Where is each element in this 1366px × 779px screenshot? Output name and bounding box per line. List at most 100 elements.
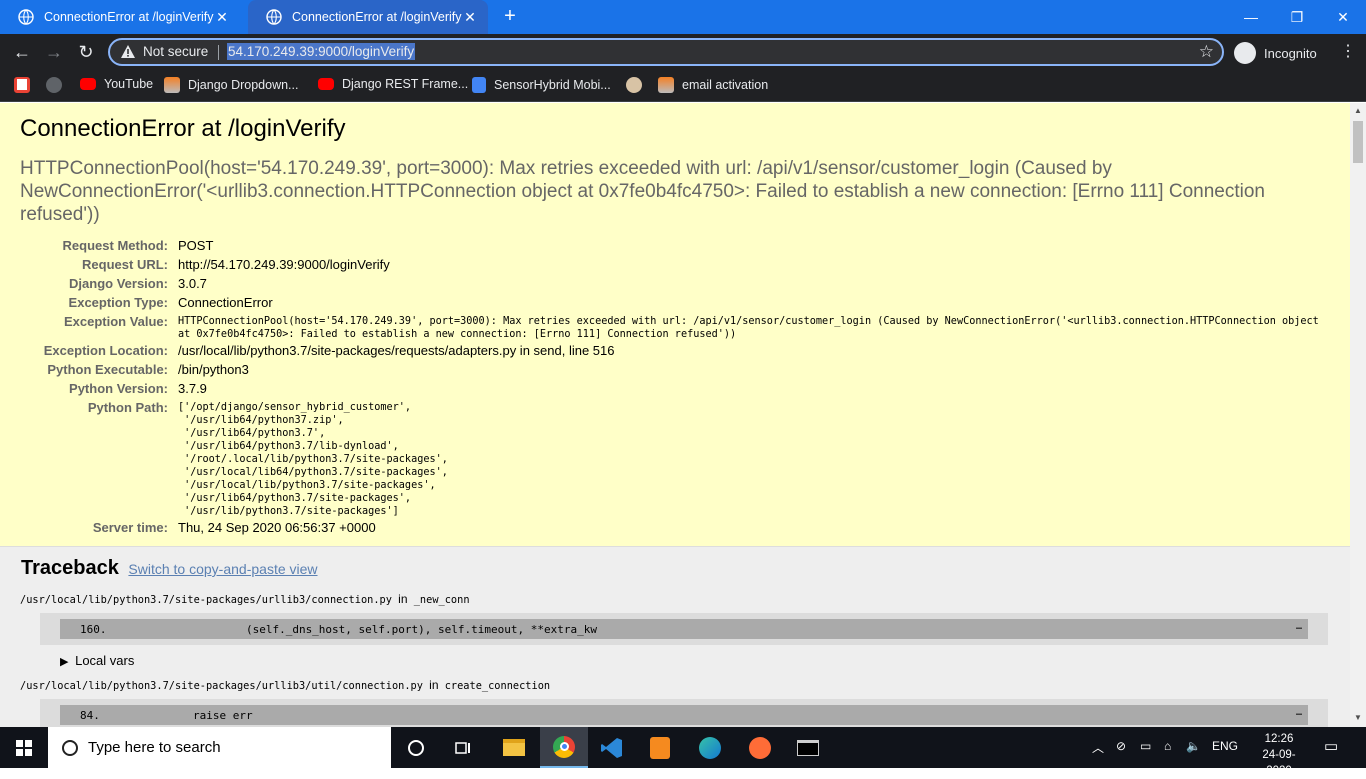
forward-button[interactable]: →	[42, 40, 66, 64]
local-vars-toggle[interactable]: ▶ Local vars	[60, 653, 1330, 668]
meta-key: Request Method:	[62, 238, 168, 253]
minimize-button[interactable]: —	[1228, 0, 1274, 34]
scroll-down-icon[interactable]: ▼	[1354, 713, 1362, 722]
meta-value: Thu, 24 Sep 2020 06:56:37 +0000	[178, 520, 376, 535]
meta-row-exception-value: Exception Value: HTTPConnectionPool(host…	[20, 312, 1330, 341]
new-tab-button[interactable]: +	[500, 6, 520, 26]
bookmark-label: SensorHybrid Mobi...	[494, 78, 611, 92]
task-view-icon[interactable]	[440, 727, 488, 768]
menu-icon[interactable]: ⋮	[1340, 42, 1356, 62]
error-summary: ConnectionError at /loginVerify HTTPConn…	[0, 103, 1350, 547]
bookmark-sensorhybrid[interactable]: SensorHybrid Mobi...	[472, 77, 611, 93]
network-error-icon[interactable]: ⊘	[1116, 739, 1126, 753]
vscode-icon[interactable]	[588, 727, 636, 768]
incognito-indicator[interactable]: Incognito	[1234, 42, 1317, 64]
start-button[interactable]	[0, 727, 48, 768]
request-meta-table: Request Method: POST Request URL: http:/…	[20, 236, 1330, 537]
switch-view-link[interactable]: Switch to copy-and-paste view	[128, 561, 317, 577]
not-secure-label[interactable]: Not secure	[143, 44, 208, 59]
close-window-button[interactable]: ✕	[1320, 0, 1366, 34]
bookmark-label: Django REST Frame...	[342, 77, 469, 91]
frame-filename: /usr/local/lib/python3.7/site-packages/u…	[20, 594, 392, 606]
code-context[interactable]: 160. (self._dns_host, self.port), self.t…	[40, 613, 1328, 645]
tab-1[interactable]: ConnectionError at /loginVerify ✕	[0, 0, 240, 34]
incognito-icon	[1234, 42, 1256, 64]
meta-key: Python Version:	[69, 381, 168, 396]
close-tab-icon[interactable]: ✕	[214, 9, 230, 25]
stackoverflow-icon	[658, 77, 674, 93]
bookmark-avatar[interactable]	[626, 77, 650, 93]
meta-value: POST	[178, 238, 214, 253]
sublime-text-icon[interactable]	[636, 727, 684, 768]
page-viewport: ConnectionError at /loginVerify HTTPConn…	[0, 103, 1350, 727]
url-text[interactable]: 54.170.249.39:9000/loginVerify	[227, 43, 416, 60]
meta-key: Django Version:	[69, 276, 168, 291]
code-context[interactable]: 84. raise err …	[40, 699, 1328, 727]
restore-button[interactable]: ❐	[1274, 0, 1320, 34]
language-indicator[interactable]: ENG	[1212, 739, 1238, 753]
meta-value: http://54.170.249.39:9000/loginVerify	[178, 257, 390, 272]
meta-key: Server time:	[92, 520, 168, 535]
meta-key: Python Path:	[87, 400, 168, 415]
bookmark-django-dropdown[interactable]: Django Dropdown...	[164, 77, 298, 93]
terminal-icon[interactable]	[784, 727, 832, 768]
meta-row-server-time: Server time: Thu, 24 Sep 2020 06:56:37 +…	[20, 518, 1330, 537]
bookmark-gmail[interactable]	[14, 77, 38, 93]
volume-icon[interactable]: 🔈	[1186, 739, 1201, 753]
stackoverflow-icon	[164, 77, 180, 93]
battery-icon[interactable]: ▭	[1140, 739, 1151, 753]
ellipsis: …	[1295, 621, 1302, 632]
meta-value: /usr/local/lib/python3.7/site-packages/r…	[178, 343, 615, 358]
line-number: 84.	[80, 708, 100, 722]
bookmark-youtube[interactable]: YouTube	[80, 77, 153, 91]
back-button[interactable]: ←	[10, 40, 34, 64]
edge-icon[interactable]	[686, 727, 734, 768]
code-text: (self._dns_host, self.port), self.timeou…	[140, 622, 597, 636]
address-bar[interactable]: Not secure 54.170.249.39:9000/loginVerif…	[108, 38, 1224, 66]
in-label: in	[398, 592, 408, 606]
taskbar-search-box[interactable]: Type here to search	[48, 727, 391, 768]
windows-logo-icon	[16, 739, 32, 756]
file-explorer-icon[interactable]	[490, 727, 538, 768]
code-text: raise err	[140, 708, 253, 722]
notifications-icon[interactable]: ▭	[1324, 737, 1338, 755]
code-line[interactable]: 84. raise err …	[60, 705, 1308, 725]
meta-row-django-version: Django Version: 3.0.7	[20, 274, 1330, 293]
postman-icon[interactable]	[736, 727, 784, 768]
frame-file-line: /usr/local/lib/python3.7/site-packages/u…	[20, 678, 1330, 693]
bookmark-label: YouTube	[104, 77, 154, 91]
vertical-scrollbar[interactable]: ▲ ▼	[1350, 103, 1366, 727]
meta-row-python-executable: Python Executable: /bin/python3	[20, 360, 1330, 379]
system-clock[interactable]: 12:26 24-09-2020	[1250, 731, 1308, 779]
network-icon[interactable]: ⌂	[1164, 739, 1171, 753]
scrollbar-thumb[interactable]	[1353, 121, 1363, 163]
cortana-icon[interactable]	[392, 727, 440, 768]
tab-title: ConnectionError at /loginVerify	[44, 10, 214, 24]
meta-value: /bin/python3	[178, 362, 249, 377]
close-tab-icon[interactable]: ✕	[462, 9, 478, 25]
bookmark-django-rest[interactable]: Django REST Frame...	[318, 77, 468, 91]
meta-key: Exception Type:	[68, 295, 168, 310]
divider	[218, 45, 219, 60]
chevron-up-icon[interactable]: ︿	[1092, 739, 1104, 756]
code-line[interactable]: 160. (self._dns_host, self.port), self.t…	[60, 619, 1308, 639]
scroll-up-icon[interactable]: ▲	[1354, 106, 1362, 115]
frame-file-line: /usr/local/lib/python3.7/site-packages/u…	[20, 592, 1330, 607]
page-title: ConnectionError at /loginVerify	[20, 115, 346, 142]
search-placeholder: Type here to search	[88, 739, 221, 756]
bookmark-github[interactable]	[46, 77, 70, 93]
in-label: in	[429, 678, 439, 692]
tab-bar: ConnectionError at /loginVerify ✕ Connec…	[0, 0, 1366, 34]
bookmark-star-icon[interactable]: ☆	[1199, 42, 1214, 62]
meta-value: HTTPConnectionPool(host='54.170.249.39',…	[178, 316, 1319, 340]
meta-value: ConnectionError	[178, 295, 273, 310]
tab-2[interactable]: ConnectionError at /loginVerify ✕	[248, 0, 488, 34]
globe-icon	[266, 9, 282, 25]
traceback-frame: /usr/local/lib/python3.7/site-packages/u…	[20, 592, 1330, 668]
bookmark-email-activation[interactable]: email activation	[658, 77, 768, 93]
reload-button[interactable]: ↻	[74, 40, 98, 64]
traceback-heading: Traceback Switch to copy-and-paste view	[21, 557, 1330, 580]
chrome-icon[interactable]	[540, 727, 588, 768]
meta-key: Exception Location:	[43, 343, 168, 358]
bookmark-label: email activation	[682, 78, 769, 92]
